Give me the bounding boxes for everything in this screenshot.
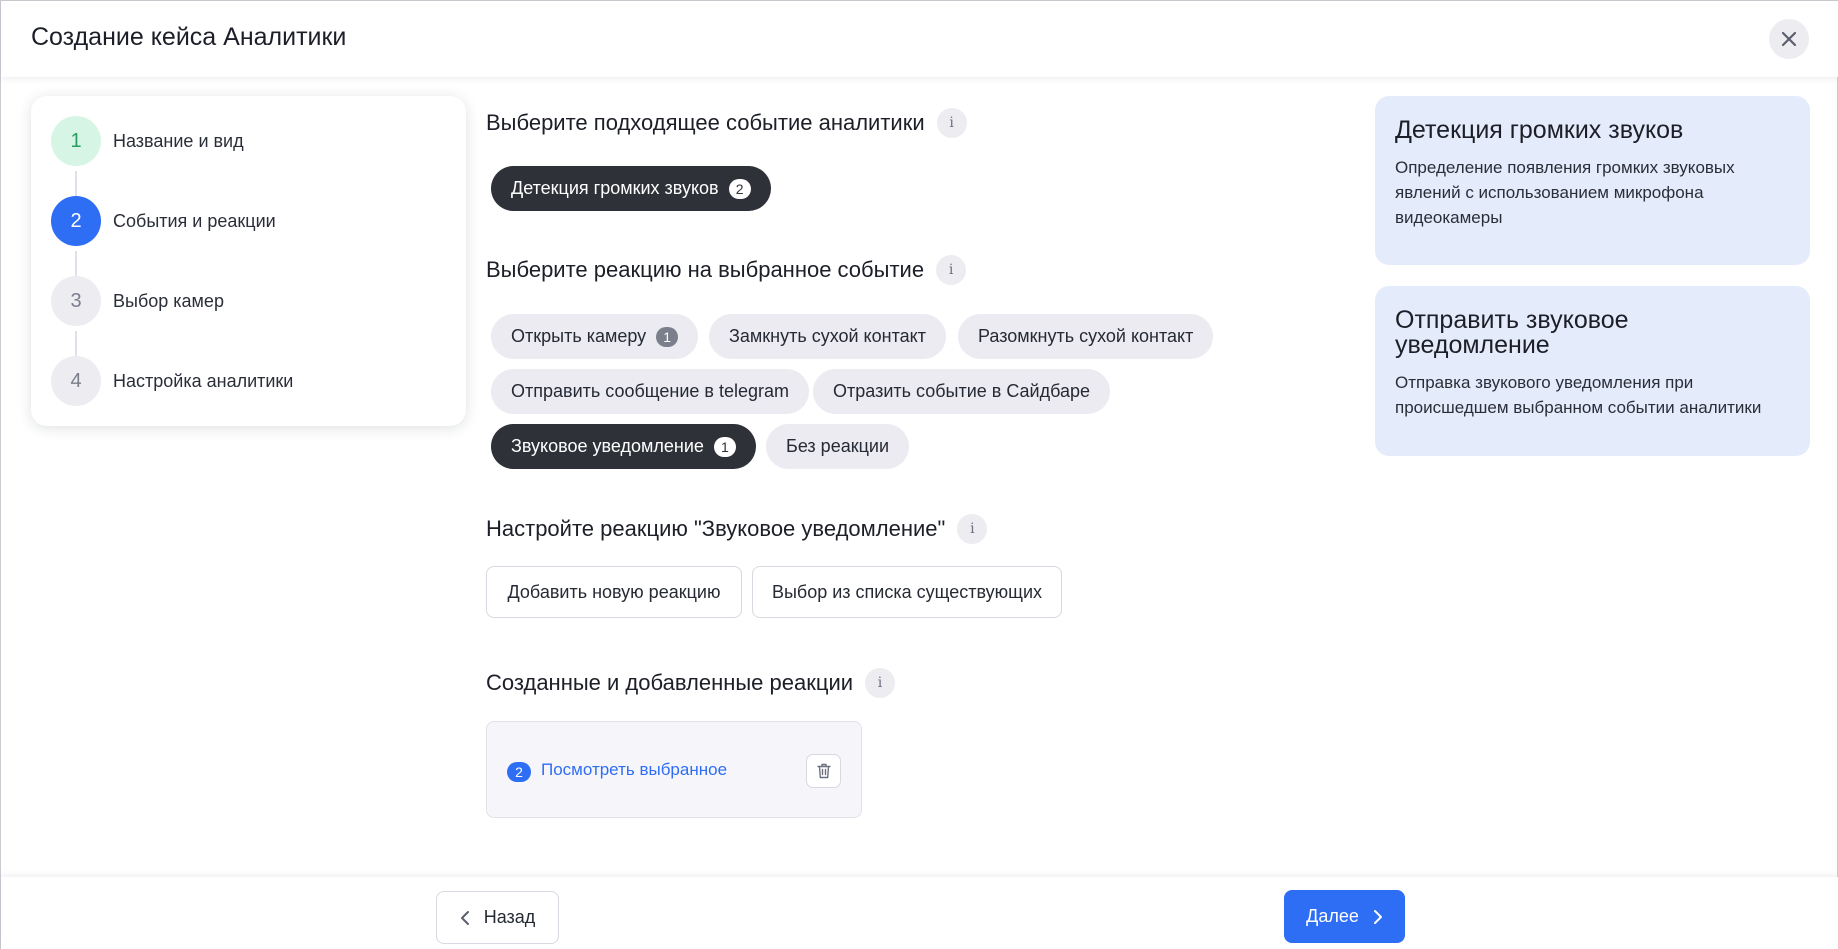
section-heading: Выберите реакцию на выбранное событие — [486, 257, 925, 282]
next-button[interactable]: Далее — [1284, 890, 1405, 943]
reaction-chip-no-reaction[interactable]: Без реакции — [766, 424, 910, 469]
steps-panel: 1 Название и вид 2 События и реакции 3 В… — [31, 96, 466, 426]
step-label: Название и вид — [113, 130, 244, 151]
step-label: События и реакции — [113, 210, 276, 231]
chip-label: Детекция громких звуков — [511, 178, 719, 198]
close-icon — [1781, 31, 1797, 47]
info-icon[interactable]: i — [936, 255, 967, 285]
chip-badge: 1 — [656, 326, 679, 347]
section-heading: Выберите подходящее событие аналитики — [486, 110, 925, 135]
reaction-section-title: Выберите реакцию на выбранное событие i — [486, 255, 967, 285]
info-card-text: Отправка звукового уведомления при проис… — [1395, 373, 1762, 417]
chip-badge: 1 — [713, 436, 736, 457]
select-existing-button[interactable]: Выбор из списка существующих — [752, 566, 1062, 618]
info-card-title: Отправить звуковое уведомление — [1395, 306, 1629, 359]
step-number: 1 — [51, 116, 101, 166]
step-number: 3 — [51, 276, 101, 326]
created-reactions-card: 2 Посмотреть выбранное — [486, 721, 862, 818]
chip-badge: 2 — [728, 178, 751, 199]
reaction-chip-close-contact[interactable]: Замкнуть сухой контакт — [709, 314, 946, 359]
delete-button[interactable] — [806, 754, 841, 788]
info-card-text: Определение появления громких звуковых я… — [1395, 158, 1735, 227]
step-label: Выбор камер — [113, 290, 224, 311]
section-heading: Созданные и добавленные реакции — [486, 670, 854, 695]
section-heading: Настройте реакцию "Звуковое уведомление" — [486, 516, 946, 541]
info-card-title: Детекция громких звуков — [1395, 116, 1684, 144]
step-number: 4 — [51, 356, 101, 406]
trash-icon — [816, 763, 831, 779]
back-button-label: Назад — [483, 907, 536, 927]
info-icon[interactable]: i — [957, 514, 988, 544]
step-name-and-type[interactable]: 1 Название и вид — [51, 116, 244, 166]
close-button[interactable] — [1769, 19, 1809, 59]
chip-label: Звуковое уведомление — [511, 436, 704, 456]
step-camera-selection[interactable]: 3 Выбор камер — [51, 276, 224, 326]
chip-label: Замкнуть сухой контакт — [729, 326, 926, 346]
chip-label: Разомкнуть сухой контакт — [978, 326, 1194, 346]
reaction-chip-open-camera[interactable]: Открыть камеру 1 — [491, 314, 699, 359]
reaction-chip-open-contact[interactable]: Разомкнуть сухой контакт — [958, 314, 1214, 359]
chevron-left-icon — [460, 910, 469, 925]
step-number: 2 — [51, 196, 101, 246]
info-icon[interactable]: i — [936, 108, 967, 138]
view-selected-link[interactable]: Посмотреть выбранное — [541, 760, 727, 780]
step-analytics-settings[interactable]: 4 Настройка аналитики — [51, 356, 293, 406]
chip-label: Открыть камеру — [511, 326, 647, 346]
info-card-reaction: Отправить звуковое уведомление Отправка … — [1375, 286, 1810, 456]
event-chip-loud-sound[interactable]: Детекция громких звуков 2 — [491, 166, 771, 211]
info-card-event: Детекция громких звуков Определение появ… — [1375, 96, 1810, 265]
reaction-chip-sound-notification[interactable]: Звуковое уведомление 1 — [491, 424, 756, 469]
next-button-label: Далее — [1306, 906, 1359, 926]
created-section-title: Созданные и добавленные реакции i — [486, 668, 896, 698]
add-new-reaction-button[interactable]: Добавить новую реакцию — [486, 566, 742, 618]
dialog-header: Создание кейса Аналитики — [1, 1, 1838, 77]
dialog-window: Создание кейса Аналитики 1 Название и ви… — [0, 0, 1838, 949]
reaction-chip-sidebar[interactable]: Отразить событие в Сайдбаре — [813, 369, 1111, 414]
chip-label: Отправить сообщение в telegram — [511, 381, 790, 401]
event-section-title: Выберите подходящее событие аналитики i — [486, 108, 967, 138]
reaction-chip-telegram[interactable]: Отправить сообщение в telegram — [491, 369, 810, 414]
configure-section-title: Настройте реакцию "Звуковое уведомление"… — [486, 514, 988, 544]
step-label: Настройка аналитики — [113, 370, 294, 391]
chip-label: Без реакции — [786, 436, 890, 456]
back-button[interactable]: Назад — [436, 891, 559, 944]
dialog-footer: Назад Далее — [1, 877, 1838, 949]
step-events-and-reactions[interactable]: 2 События и реакции — [51, 196, 276, 246]
info-icon[interactable]: i — [865, 668, 896, 698]
reaction-count-badge: 2 — [507, 762, 531, 782]
dialog-title: Создание кейса Аналитики — [31, 23, 347, 51]
chip-label: Отразить событие в Сайдбаре — [833, 381, 1091, 401]
chevron-right-icon — [1373, 909, 1382, 924]
